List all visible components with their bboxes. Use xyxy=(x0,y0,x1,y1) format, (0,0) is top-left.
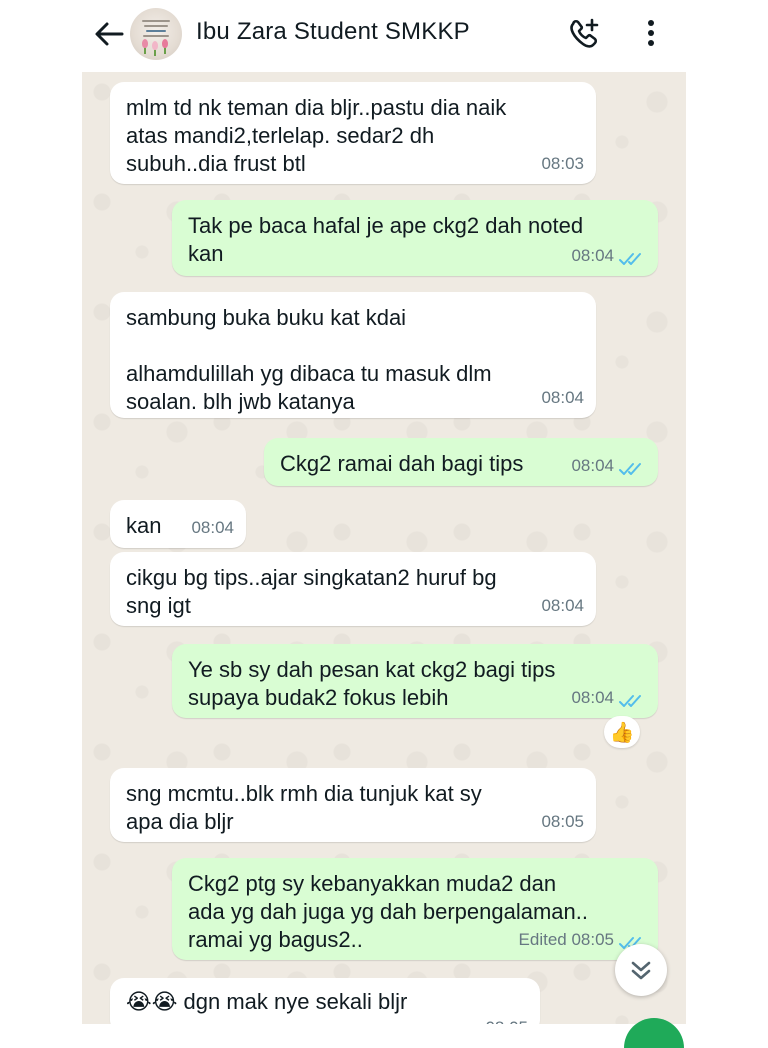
message-outgoing[interactable]: Tak pe baca hafal je ape ckg2 dah noted … xyxy=(172,200,658,276)
message-time: 08:05 xyxy=(485,1014,528,1024)
message-text: Ye sb sy dah pesan kat ckg2 bagi tips su… xyxy=(188,657,556,710)
back-arrow-icon[interactable] xyxy=(92,18,126,50)
double-check-icon xyxy=(618,690,646,707)
message-text: kan xyxy=(126,513,162,538)
message-incoming[interactable]: cikgu bg tips..ajar singkatan2 huruf bg … xyxy=(110,552,596,626)
message-text: sng mcmtu..blk rmh dia tunjuk kat sy apa… xyxy=(126,781,482,834)
message-incoming[interactable]: sng mcmtu..blk rmh dia tunjuk kat sy apa… xyxy=(110,768,596,842)
chat-header: Ibu Zara Student SMKKP xyxy=(0,0,768,72)
message-time: 08:04 xyxy=(541,388,584,407)
message-outgoing[interactable]: Ckg2 ptg sy kebanyakkan muda2 dan ada yg… xyxy=(172,858,658,960)
message-time: 08:04 xyxy=(571,456,614,475)
reaction-badge[interactable]: 👍 xyxy=(604,716,640,748)
message-incoming[interactable]: kan 08:04 xyxy=(110,500,246,548)
message-time: 08:04 xyxy=(191,518,234,537)
chat-title[interactable]: Ibu Zara Student SMKKP xyxy=(196,18,470,46)
message-outgoing[interactable]: Ckg2 ramai dah bagi tips 08:04 xyxy=(264,438,658,486)
message-time: 08:04 xyxy=(571,688,614,707)
message-incoming[interactable]: sambung buka buku kat kdai alhamdulillah… xyxy=(110,292,596,418)
message-text: sambung buka buku kat kdai alhamdulillah… xyxy=(126,305,492,414)
double-check-icon xyxy=(618,458,646,475)
message-text: mlm td nk teman dia bljr..pastu dia naik… xyxy=(126,95,507,176)
message-time: 08:04 xyxy=(571,246,614,265)
message-text: cikgu bg tips..ajar singkatan2 huruf bg … xyxy=(126,565,497,618)
avatar[interactable] xyxy=(130,8,182,60)
message-text: 😭😭 dgn mak nye sekali bljr xyxy=(126,989,408,1014)
double-check-icon xyxy=(618,248,646,265)
message-outgoing[interactable]: Ye sb sy dah pesan kat ckg2 bagi tips su… xyxy=(172,644,658,718)
chevron-double-down-icon xyxy=(631,961,651,980)
more-vertical-icon[interactable] xyxy=(640,16,662,50)
chat-area[interactable]: mlm td nk teman dia bljr..pastu dia naik… xyxy=(82,72,686,1024)
scroll-to-bottom-button[interactable] xyxy=(615,944,667,996)
message-time: 08:05 xyxy=(541,812,584,831)
message-time: Edited 08:05 xyxy=(518,930,614,949)
message-time: 08:03 xyxy=(541,154,584,173)
message-incoming[interactable]: mlm td nk teman dia bljr..pastu dia naik… xyxy=(110,82,596,184)
message-text: Tak pe baca hafal je ape ckg2 dah noted … xyxy=(188,213,584,266)
message-text: Ckg2 ramai dah bagi tips xyxy=(280,451,524,476)
message-time: 08:04 xyxy=(541,596,584,615)
add-call-icon[interactable] xyxy=(566,16,604,50)
message-incoming[interactable]: 😭😭 dgn mak nye sekali bljr 08:05 xyxy=(110,978,540,1024)
